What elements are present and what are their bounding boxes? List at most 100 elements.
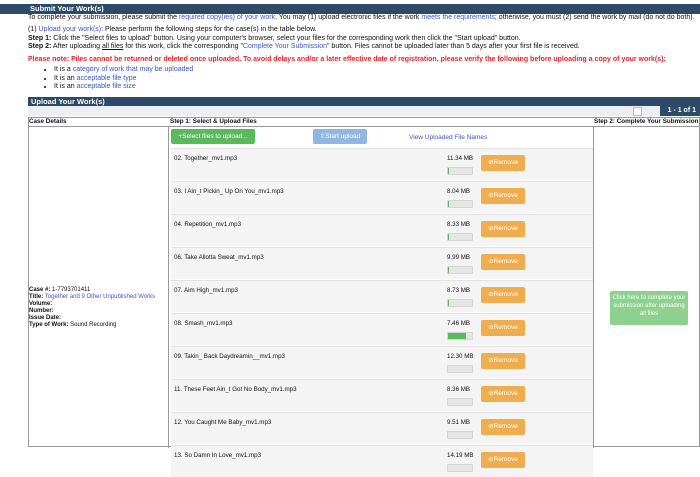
option1-pre: (1) [28,26,39,33]
case-issue-date: Issue Date: [29,315,155,322]
pager-status: 1 - 1 of 1 [659,106,700,116]
case-type-value: Sound Recording [68,322,117,328]
case-number-label: Case #: [29,287,51,293]
step1-line: Step 1: Click the "Select files to uploa… [28,35,698,44]
file-size: 14.19 MB [447,452,474,459]
checklist-item: It is an acceptable file type [54,75,193,84]
upload-progress-bar [447,332,473,340]
file-row: 09. Takin_ Back Daydreamin__mv1.mp3 12.30… [171,346,593,378]
upload-works-link[interactable]: Upload your work(s) [39,26,102,33]
step1-label: Step 1: [28,34,52,42]
remove-file-button[interactable]: ⊘Remove [481,419,525,435]
upload-progress-bar [447,299,473,307]
start-upload-button[interactable]: ⇧Start upload [313,129,367,144]
option1-line: (1) Upload your work(s): Please perform … [28,26,698,35]
instructions: (1) Upload your work(s): Please perform … [28,26,698,52]
complete-submission-link[interactable]: Complete Your Submission [243,43,327,50]
case-issue-date-label: Issue Date: [29,315,62,321]
remove-file-button[interactable]: ⊘Remove [481,320,525,336]
intro-text: To complete your submission, please subm… [28,13,698,22]
remove-file-button[interactable]: ⊘Remove [481,155,525,171]
file-size: 8.36 MB [447,386,471,393]
intro-pre: To complete your submission, please subm… [28,14,179,21]
case-type-label: Type of Work: [29,322,69,328]
view-uploaded-names-link[interactable]: View Uploaded File Names [409,134,487,141]
case-number-field-label: Number: [29,308,54,314]
checklist-pre: It is an [54,83,77,90]
upload-progress-fill [448,300,450,306]
file-size: 9.99 MB [447,254,471,261]
case-volume: Volume: [29,301,155,308]
case-details-header: Case Details [29,118,67,125]
step2-header: Step 2: Complete Your Submission [594,118,699,125]
select-files-button[interactable]: +Select files to upload... [171,129,255,144]
remove-file-button[interactable]: ⊘Remove [481,452,525,468]
remove-file-button[interactable]: ⊘Remove [481,221,525,237]
file-row: 11. These Feet Ain_t Got No Body_mv1.mp3… [171,379,593,411]
file-row: 03. I Ain_t Pickin_ Up On You_mv1.mp3 8.0… [171,181,593,213]
file-name: 07. Aim High_mv1.mp3 [174,287,238,294]
file-row: 07. Aim High_mv1.mp3 8.73 MB ⊘Remove [171,280,593,312]
intro-mid: . You may (1) upload electronic files if… [275,14,422,21]
file-name: 13. So Damn In Love_mv1.mp3 [174,452,262,459]
complete-submission-cell: Click here to complete your submission a… [593,126,700,448]
option1-post: : Please perform the following steps for… [101,26,317,33]
step1-header: Step 1: Select & Upload Files [170,118,257,125]
checklist-item: It is an acceptable file size [54,83,193,92]
file-row: 08. Smash_mv1.mp3 7.46 MB ⊘Remove [171,313,593,345]
step2-post: " button. Files cannot be uploaded later… [327,43,580,50]
step2-line: Step 2: After uploading all files for th… [28,43,698,52]
file-row: 02. Together_mv1.mp3 11.34 MB ⊘Remove [171,148,593,180]
upload-progress-fill [448,201,450,207]
upload-progress-bar [447,431,473,439]
upload-progress-bar [447,266,473,274]
upload-progress-fill [448,168,450,174]
case-number-field: Number: [29,308,155,315]
checklist-item: It is a category of work that may be upl… [54,66,193,75]
remove-file-button[interactable]: ⊘Remove [481,386,525,402]
upload-progress-fill [448,267,450,273]
complete-submission-button[interactable]: Click here to complete your submission a… [610,291,688,325]
file-name: 06. Take Allotta Sweat_mv1.mp3 [174,254,264,261]
file-size: 8.33 MB [447,221,471,228]
pager-row: 1 - 1 of 1 [28,106,700,116]
upload-progress-bar [447,200,473,208]
file-size: 11.34 MB [447,155,474,162]
upload-progress-bar [447,398,473,406]
file-row: 12. You Caught Me Baby_mv1.mp3 9.51 MB ⊘Re… [171,412,593,444]
case-volume-label: Volume: [29,301,53,307]
case-number: Case #: 1-7793701411 [29,287,155,294]
case-title-link[interactable]: Together and 9 Other Unpublished Works [45,294,155,300]
file-name: 04. Repetition_mv1.mp3 [174,221,242,228]
file-name: 08. Smash_mv1.mp3 [174,320,233,327]
upload-progress-bar [447,167,473,175]
checklist-pre: It is a [54,66,73,73]
file-row: 06. Take Allotta Sweat_mv1.mp3 9.99 MB ⊘Re… [171,247,593,279]
case-type: Type of Work: Sound Recording [29,322,155,329]
file-name: 12. You Caught Me Baby_mv1.mp3 [174,419,272,426]
required-copies-link[interactable]: required copy(ies) of your work [179,14,275,21]
remove-file-button[interactable]: ⊘Remove [481,188,525,204]
file-size: 7.46 MB [447,320,471,327]
file-row: 04. Repetition_mv1.mp3 8.33 MB ⊘Remove [171,214,593,246]
upload-progress-fill [448,234,450,240]
remove-file-button[interactable]: ⊘Remove [481,254,525,270]
upload-files-cell: +Select files to upload... ⇧Start upload… [169,126,593,477]
acceptable-file-size-link[interactable]: acceptable file size [77,83,136,90]
upload-progress-bar [447,464,473,472]
upload-progress-bar [447,365,473,373]
step2-pre: After uploading [51,43,102,50]
meets-requirements-link[interactable]: meets the requirements [421,14,495,21]
case-title: Title: Together and 9 Other Unpublished … [29,294,155,301]
category-of-work-link[interactable]: category of work that may be uploaded [73,66,194,73]
acceptable-file-type-link[interactable]: acceptable file type [77,75,137,82]
file-name: 11. These Feet Ain_t Got No Body_mv1.mp3 [174,386,297,393]
file-name: 09. Takin_ Back Daydreamin__mv1.mp3 [174,353,285,360]
remove-file-button[interactable]: ⊘Remove [481,353,525,369]
step2-all-files: all files [101,43,124,50]
pager-checkbox[interactable] [633,107,642,116]
step2-mid: for this work, click the corresponding " [123,43,243,50]
file-size: 12.30 MB [447,353,474,360]
file-size: 8.73 MB [447,287,471,294]
remove-file-button[interactable]: ⊘Remove [481,287,525,303]
